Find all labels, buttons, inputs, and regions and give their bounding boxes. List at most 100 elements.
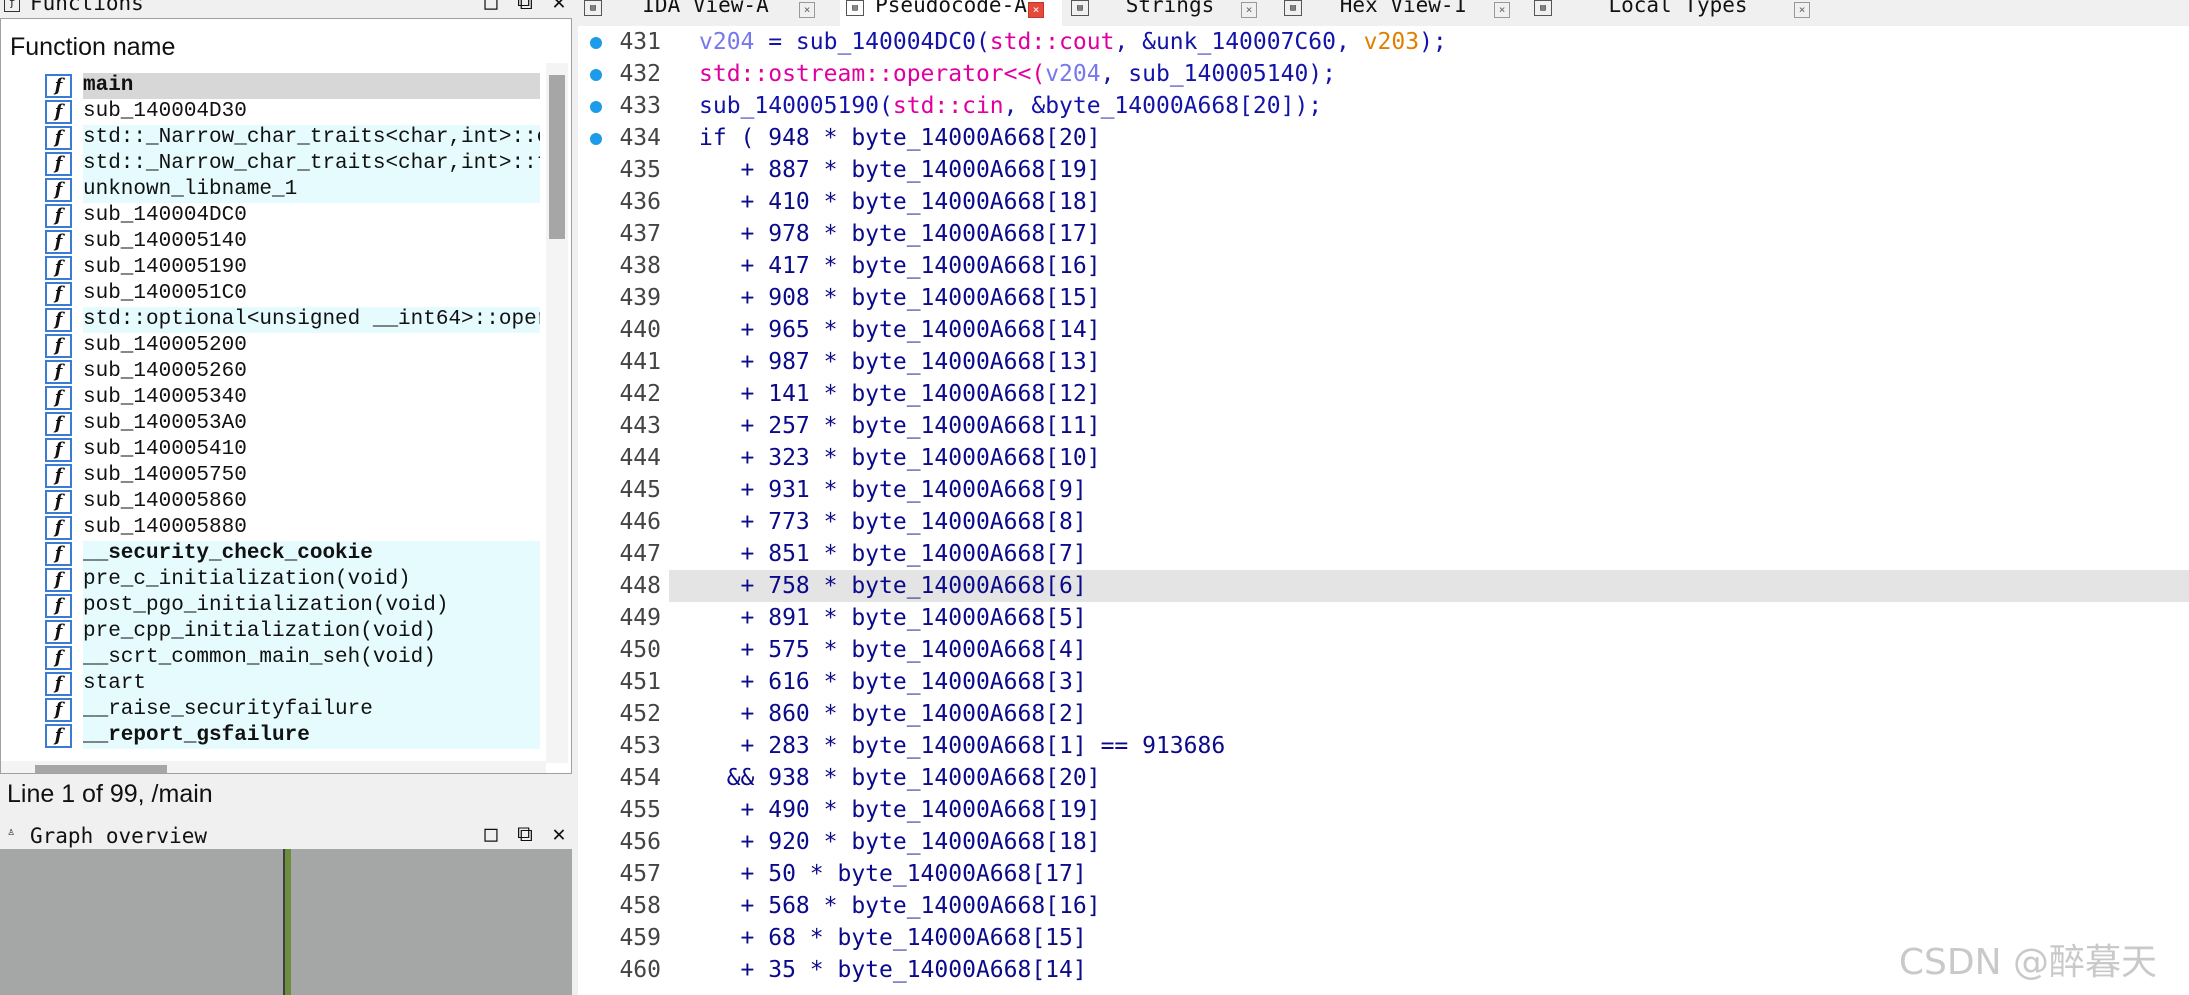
code-line[interactable]: 457 + 50 * byte_14000A668[17]: [578, 858, 2189, 890]
tab-close-icon[interactable]: ×: [1028, 2, 1044, 18]
code-line[interactable]: 449 + 891 * byte_14000A668[5]: [578, 602, 2189, 634]
function-list-item[interactable]: f sub_140005190: [43, 255, 540, 281]
close-icon[interactable]: ✕: [546, 823, 572, 847]
functions-vertical-scrollbar[interactable]: [546, 63, 568, 763]
code-line[interactable]: 454 && 938 * byte_14000A668[20]: [578, 762, 2189, 794]
tab-close-icon[interactable]: ×: [1494, 2, 1510, 18]
function-list-item[interactable]: f __report_gsfailure: [43, 723, 540, 749]
functions-panel-titlebar[interactable]: ƒ Functions □ ⧉ ✕: [0, 0, 575, 16]
code-token: + 35 * byte_14000A668[14]: [699, 957, 1087, 983]
pseudocode-view[interactable]: 431 v204 = sub_140004DC0(std::cout, &unk_…: [578, 26, 2189, 995]
function-list-item[interactable]: f pre_c_initialization(void): [43, 567, 540, 593]
tab-local-types[interactable]: ▤ Local Types ×: [1528, 0, 1828, 26]
function-icon: f: [45, 438, 72, 462]
line-number: 438: [619, 253, 661, 279]
function-list-item[interactable]: f sub_1400053A0: [43, 411, 540, 437]
function-list-item[interactable]: f sub_140005340: [43, 385, 540, 411]
tab-close-icon[interactable]: ×: [1794, 2, 1810, 18]
code-line[interactable]: 446 + 773 * byte_14000A668[8]: [578, 506, 2189, 538]
code-line[interactable]: 448 + 758 * byte_14000A668[6]: [578, 570, 2189, 602]
code-text: + 773 * byte_14000A668[8]: [699, 506, 1087, 538]
code-line[interactable]: 437 + 978 * byte_14000A668[17]: [578, 218, 2189, 250]
code-line[interactable]: 458 + 568 * byte_14000A668[16]: [578, 890, 2189, 922]
function-name: sub_140004D30: [83, 100, 247, 123]
function-name: __security_check_cookie: [83, 541, 540, 567]
function-list-item[interactable]: f __security_check_cookie: [43, 541, 540, 567]
code-text: + 490 * byte_14000A668[19]: [699, 794, 1101, 826]
function-list-item[interactable]: f start: [43, 671, 540, 697]
code-line[interactable]: 451 + 616 * byte_14000A668[3]: [578, 666, 2189, 698]
code-line[interactable]: 431 v204 = sub_140004DC0(std::cout, &unk_…: [578, 26, 2189, 58]
code-line[interactable]: 436 + 410 * byte_14000A668[18]: [578, 186, 2189, 218]
function-list-item[interactable]: f post_pgo_initialization(void): [43, 593, 540, 619]
function-list-item[interactable]: f sub_140005260: [43, 359, 540, 385]
code-line[interactable]: 444 + 323 * byte_14000A668[10]: [578, 442, 2189, 474]
maximize-icon[interactable]: □: [478, 0, 504, 15]
function-list-item[interactable]: f sub_140004D30: [43, 99, 540, 125]
code-line[interactable]: 443 + 257 * byte_14000A668[11]: [578, 410, 2189, 442]
graph-overview-title: Graph overview: [30, 824, 208, 848]
function-list-item[interactable]: f sub_140005200: [43, 333, 540, 359]
code-line[interactable]: 445 + 931 * byte_14000A668[9]: [578, 474, 2189, 506]
tab-pseudocode-a[interactable]: ▤ Pseudocode-A ×: [840, 0, 1062, 26]
code-line[interactable]: 456 + 920 * byte_14000A668[18]: [578, 826, 2189, 858]
code-line[interactable]: 450 + 575 * byte_14000A668[4]: [578, 634, 2189, 666]
function-list-item[interactable]: f sub_140005860: [43, 489, 540, 515]
function-list-item[interactable]: f sub_1400051C0: [43, 281, 540, 307]
function-name: sub_1400051C0: [83, 282, 247, 305]
graph-overview-canvas[interactable]: [0, 849, 572, 995]
code-line[interactable]: 432 std::ostream::operator<<(v204, sub_14…: [578, 58, 2189, 90]
code-token: + 908 * byte_14000A668[15]: [699, 285, 1101, 311]
function-list-item[interactable]: f std::optional<unsigned __int64>::opera: [43, 307, 540, 333]
code-line[interactable]: 438 + 417 * byte_14000A668[16]: [578, 250, 2189, 282]
function-list-item[interactable]: f sub_140005410: [43, 437, 540, 463]
code-text: + 68 * byte_14000A668[15]: [699, 922, 1087, 954]
code-line[interactable]: 447 + 851 * byte_14000A668[7]: [578, 538, 2189, 570]
function-list-item[interactable]: f __raise_securityfailure: [43, 697, 540, 723]
code-line[interactable]: 440 + 965 * byte_14000A668[14]: [578, 314, 2189, 346]
function-list-item[interactable]: f sub_140004DC0: [43, 203, 540, 229]
function-name: sub_140005340: [83, 386, 247, 409]
code-line[interactable]: 439 + 908 * byte_14000A668[15]: [578, 282, 2189, 314]
maximize-icon[interactable]: □: [478, 823, 504, 847]
close-icon[interactable]: ✕: [546, 0, 572, 15]
code-line[interactable]: 442 + 141 * byte_14000A668[12]: [578, 378, 2189, 410]
code-token: + 887 * byte_14000A668[19]: [699, 157, 1101, 183]
tab-label: Local Types: [1608, 0, 1748, 17]
function-list-item[interactable]: f std::_Narrow_char_traits<char,int>::eq: [43, 125, 540, 151]
function-list-item[interactable]: f unknown_libname_1: [43, 177, 540, 203]
code-line[interactable]: 453 + 283 * byte_14000A668[1] == 913686: [578, 730, 2189, 762]
code-line[interactable]: 435 + 887 * byte_14000A668[19]: [578, 154, 2189, 186]
code-line[interactable]: 452 + 860 * byte_14000A668[2]: [578, 698, 2189, 730]
function-list-item[interactable]: f sub_140005750: [43, 463, 540, 489]
function-name: sub_140005190: [83, 256, 247, 279]
graph-overview-titlebar[interactable]: ♙ Graph overview □ ⧉ ✕: [0, 820, 575, 848]
function-icon: f: [45, 516, 72, 540]
code-line[interactable]: 441 + 987 * byte_14000A668[13]: [578, 346, 2189, 378]
restore-icon[interactable]: ⧉: [512, 823, 538, 847]
function-name: std::_Narrow_char_traits<char,int>::to: [83, 151, 540, 177]
tab-close-icon[interactable]: ×: [1241, 2, 1257, 18]
graph-overview-viewport-marker[interactable]: [283, 849, 291, 995]
function-list-item[interactable]: f std::_Narrow_char_traits<char,int>::to: [43, 151, 540, 177]
function-list-item[interactable]: f sub_140005140: [43, 229, 540, 255]
function-name-column-header[interactable]: Function name: [10, 33, 175, 62]
tab-close-icon[interactable]: ×: [799, 2, 815, 18]
tab-ida-view-a[interactable]: ▤ IDA View-A ×: [578, 0, 833, 26]
code-line[interactable]: 455 + 490 * byte_14000A668[19]: [578, 794, 2189, 826]
tab-hex-view-1[interactable]: ▤ Hex View-1 ×: [1278, 0, 1528, 26]
code-line[interactable]: 434 if ( 948 * byte_14000A668[20]: [578, 122, 2189, 154]
code-line[interactable]: 433 sub_140005190(std::cin, &byte_14000A6…: [578, 90, 2189, 122]
function-list-item[interactable]: f sub_140005880: [43, 515, 540, 541]
functions-horizontal-scrollbar[interactable]: [1, 761, 546, 773]
function-name: start: [83, 671, 540, 697]
tab-strings[interactable]: ▤ Strings ×: [1065, 0, 1275, 26]
function-list-item[interactable]: f pre_cpp_initialization(void): [43, 619, 540, 645]
horizontal-scroll-thumb[interactable]: [35, 765, 167, 773]
line-number: 433: [619, 93, 661, 119]
restore-icon[interactable]: ⧉: [512, 0, 538, 15]
vertical-scroll-thumb[interactable]: [549, 75, 565, 239]
function-list-item[interactable]: f __scrt_common_main_seh(void): [43, 645, 540, 671]
function-list-item[interactable]: f main: [43, 73, 540, 99]
code-token: + 283 * byte_14000A668[1] == 913686: [699, 733, 1226, 759]
